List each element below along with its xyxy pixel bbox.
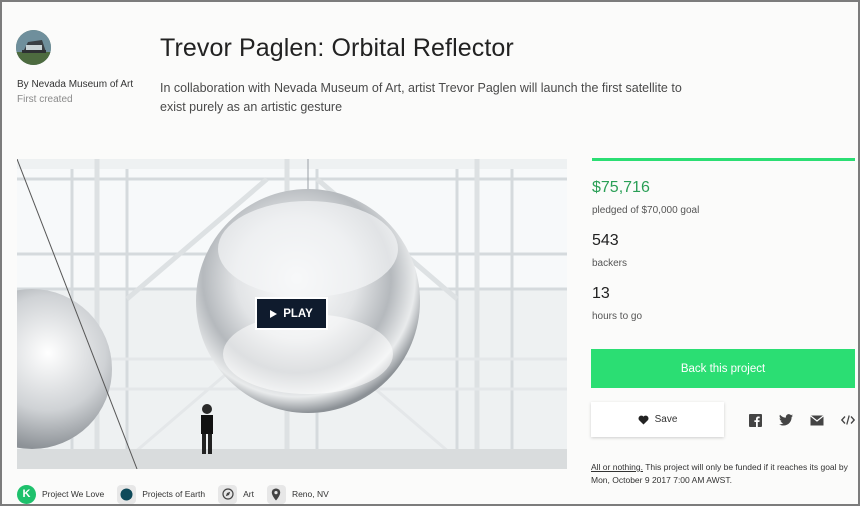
play-icon xyxy=(270,309,278,318)
project-tags: K Project We Love Projects of Earth Art … xyxy=(17,483,342,505)
embed-icon[interactable] xyxy=(840,412,856,428)
location-pin-icon xyxy=(266,484,286,504)
email-icon[interactable] xyxy=(809,412,825,428)
save-button[interactable]: Save xyxy=(591,402,724,437)
backers-count: 543 xyxy=(592,232,619,249)
time-remaining-label: hours to go xyxy=(592,311,643,322)
creator-name-link[interactable]: By Nevada Museum of Art xyxy=(17,79,133,90)
all-or-nothing-link[interactable]: All or nothing. xyxy=(591,462,643,472)
tag-projects-of-earth[interactable]: Projects of Earth xyxy=(117,484,206,504)
tag-art[interactable]: Art xyxy=(218,484,254,504)
tag-label: Project We Love xyxy=(42,489,105,499)
funding-progress-bar xyxy=(592,158,855,161)
save-button-label: Save xyxy=(654,414,678,425)
project-blurb: In collaboration with Nevada Museum of A… xyxy=(160,81,682,114)
tag-project-we-love[interactable]: K Project We Love xyxy=(17,484,105,504)
back-this-project-button[interactable]: Back this project xyxy=(591,349,855,388)
tag-location[interactable]: Reno, NV xyxy=(266,484,329,504)
funding-terms-note: All or nothing. This project will only b… xyxy=(591,461,859,487)
facebook-icon[interactable] xyxy=(747,412,763,428)
tag-label: Art xyxy=(243,489,254,499)
tag-label: Projects of Earth xyxy=(142,489,206,499)
pledged-amount: $75,716 xyxy=(592,179,650,196)
project-title: Trevor Paglen: Orbital Reflector xyxy=(160,34,514,62)
play-button-label: PLAY xyxy=(283,307,313,320)
creator-avatar[interactable] xyxy=(16,30,51,65)
kickstarter-k-icon: K xyxy=(17,484,36,504)
time-remaining-count: 13 xyxy=(592,285,610,302)
twitter-icon[interactable] xyxy=(778,412,794,428)
heart-icon xyxy=(638,415,649,425)
project-page: By Nevada Museum of Art First created Tr… xyxy=(0,0,860,506)
tag-label: Reno, NV xyxy=(291,489,329,499)
earth-icon xyxy=(117,484,137,504)
pledged-goal-label: pledged of $70,000 goal xyxy=(592,205,700,216)
first-created-label: First created xyxy=(17,94,73,105)
play-video-button[interactable]: PLAY xyxy=(255,297,328,330)
backers-label: backers xyxy=(592,258,628,269)
compass-icon xyxy=(218,484,238,504)
